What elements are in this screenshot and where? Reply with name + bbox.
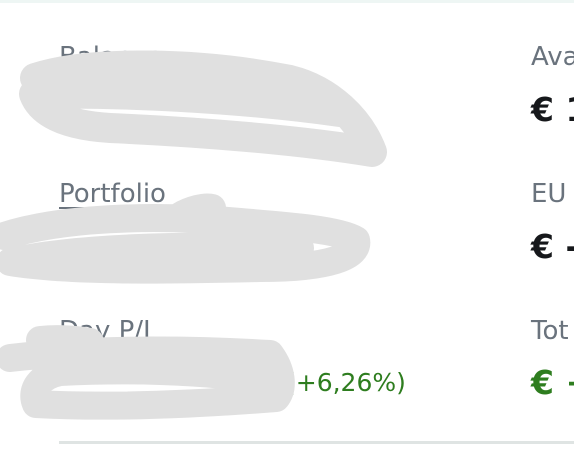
available-label: Ava (531, 42, 574, 72)
bottom-divider (59, 441, 574, 444)
eur-value: € - (531, 227, 574, 266)
portfolio-link[interactable]: Portfolio (59, 181, 166, 207)
redaction-day-pl (0, 325, 295, 420)
day-pl-percent: (+6,26%) (286, 368, 406, 397)
redaction-balance (19, 50, 387, 167)
day-pl-label: Day P/L (59, 316, 158, 346)
total-label: Tot (531, 316, 569, 346)
redaction-portfolio (0, 193, 371, 284)
top-divider (0, 0, 574, 3)
balance-label: Balance (59, 42, 163, 72)
total-value: € + (531, 363, 574, 402)
account-summary-panel: Balance Portfolio Day P/L (+6,26%) Ava €… (0, 0, 574, 459)
eur-label: EU (531, 179, 567, 209)
available-value: € 1 (531, 90, 574, 129)
